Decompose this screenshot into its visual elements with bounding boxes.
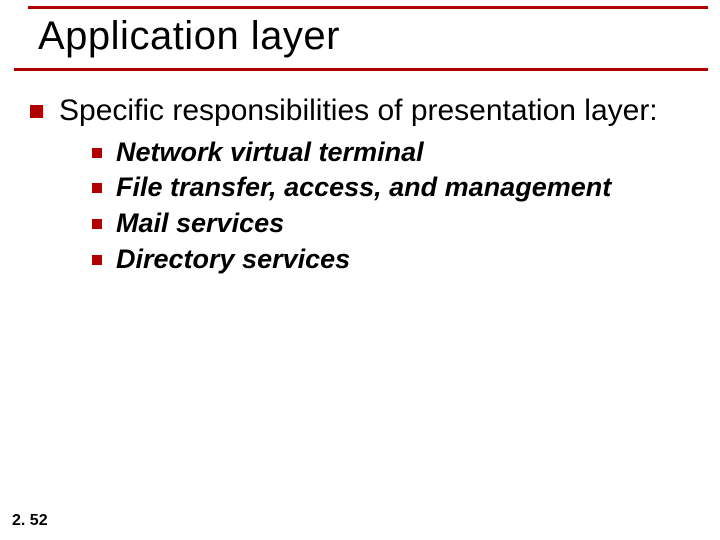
square-bullet-icon (92, 183, 102, 193)
divider-under-title (14, 68, 708, 71)
list-item: Specific responsibilities of presentatio… (30, 92, 702, 130)
divider-top (28, 6, 708, 9)
list-item-text: Network virtual terminal (116, 136, 424, 170)
square-bullet-icon (92, 255, 102, 265)
square-bullet-icon (92, 219, 102, 229)
list-item-text: Directory services (116, 243, 350, 277)
content-area: Specific responsibilities of presentatio… (30, 92, 702, 279)
square-bullet-icon (92, 148, 102, 158)
slide: Application layer Specific responsibilit… (0, 0, 720, 540)
square-bullet-icon (30, 105, 43, 118)
sublist: Network virtual terminal File transfer, … (92, 136, 702, 277)
list-item: Mail services (92, 207, 702, 241)
list-item: File transfer, access, and management (92, 171, 702, 205)
page-title: Application layer (38, 14, 340, 59)
list-item: Directory services (92, 243, 702, 277)
page-number: 2. 52 (12, 512, 48, 530)
list-item: Network virtual terminal (92, 136, 702, 170)
list-item-text: Specific responsibilities of presentatio… (59, 92, 658, 130)
list-item-text: File transfer, access, and management (116, 171, 611, 205)
list-item-text: Mail services (116, 207, 284, 241)
